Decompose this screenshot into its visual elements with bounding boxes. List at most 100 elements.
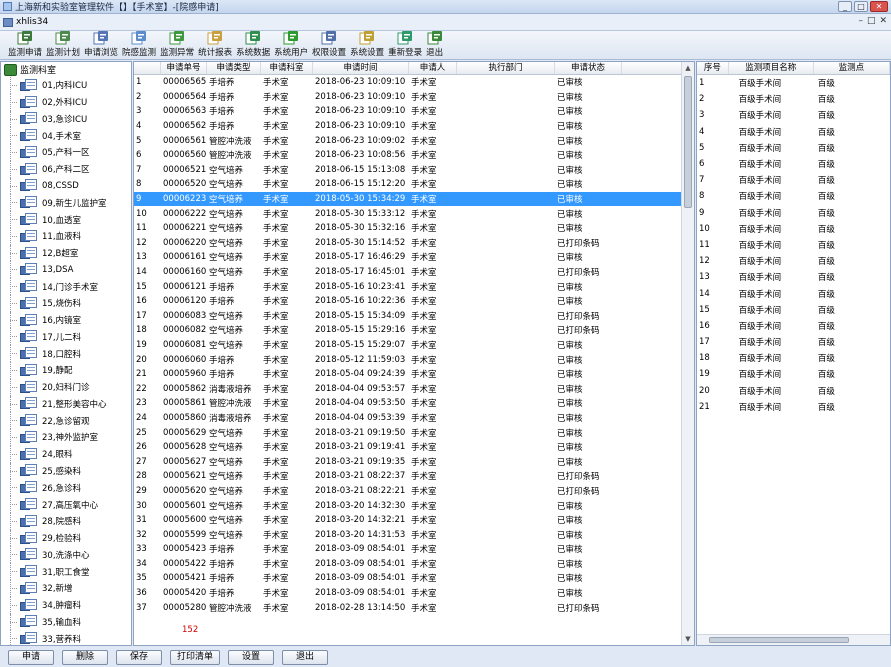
tree-item[interactable]: 08,CSSD bbox=[1, 177, 131, 195]
table-row[interactable]: 16 00006120 手培养 手术室 2018-05-16 10:22:36 手术室 已审… bbox=[134, 294, 683, 309]
detail-column-header[interactable]: 监测点 bbox=[814, 62, 890, 74]
settings-button[interactable]: 设置 bbox=[228, 650, 274, 665]
detail-grid[interactable]: 序号 监测项目名称 监测点 1 百级手术间 百级 2 百级手术间 百级 3 百级手术间 百级 4 百级手… bbox=[696, 61, 891, 646]
detail-row[interactable]: 11 百级手术间 百级 bbox=[697, 237, 890, 253]
detail-column-header[interactable]: 监测项目名称 bbox=[729, 62, 814, 74]
table-row[interactable]: 14 00006160 空气培养 手术室 2018-05-17 16:45:01 手术室 已… bbox=[134, 265, 683, 280]
detail-row[interactable]: 16 百级手术间 百级 bbox=[697, 318, 890, 334]
request-grid[interactable]: 申请单号 申请类型 申请科室 申请时间 申请人 执行部门 申请状态 1 00006565 手培养… bbox=[133, 61, 695, 646]
table-row[interactable]: 32 00005599 空气培养 手术室 2018-03-20 14:31:53 手术室 已… bbox=[134, 527, 683, 542]
tree-item[interactable]: 28,院感科 bbox=[1, 512, 131, 530]
detail-horizontal-scrollbar[interactable] bbox=[697, 634, 890, 645]
table-row[interactable]: 18 00006082 空气培养 手术室 2018-05-15 15:29:16 手术室 已… bbox=[134, 323, 683, 338]
column-header[interactable]: 申请单号 bbox=[161, 62, 207, 74]
detail-row[interactable]: 17 百级手术间 百级 bbox=[697, 334, 890, 350]
detail-row[interactable]: 8 百级手术间 百级 bbox=[697, 188, 890, 204]
close-icon[interactable]: ✕ bbox=[870, 1, 888, 12]
department-tree[interactable]: 监测科室 01,内科ICU 02,外科ICU 03,急诊ICU 04,手术室 05,产科… bbox=[0, 61, 132, 646]
tree-item[interactable]: 18,口腔科 bbox=[1, 345, 131, 362]
detail-row[interactable]: 20 百级手术间 百级 bbox=[697, 383, 890, 399]
table-row[interactable]: 29 00005620 空气培养 手术室 2018-03-21 08:22:21 手术室 已… bbox=[134, 484, 683, 499]
toolbar-exit-button[interactable]: 退出 bbox=[424, 31, 445, 60]
scroll-thumb[interactable] bbox=[684, 76, 692, 208]
scroll-down-icon[interactable]: ▼ bbox=[682, 633, 694, 645]
tree-item[interactable]: 06,产科二区 bbox=[1, 160, 131, 178]
table-row[interactable]: 9 00006223 空气培养 手术室 2018-05-30 15:34:29 手术室 已审… bbox=[134, 191, 683, 207]
table-row[interactable]: 35 00005421 手培养 手术室 2018-03-09 08:54:01 手术室 已审… bbox=[134, 571, 683, 586]
toolbar-permission-button[interactable]: 权限设置 bbox=[310, 31, 348, 60]
tree-item[interactable]: 22,急诊留观 bbox=[1, 412, 131, 429]
detail-row[interactable]: 1 百级手术间 百级 bbox=[697, 75, 890, 91]
detail-row[interactable]: 21 百级手术间 百级 bbox=[697, 399, 890, 415]
column-header[interactable]: 申请状态 bbox=[555, 62, 622, 74]
column-header[interactable]: 执行部门 bbox=[457, 62, 555, 74]
tree-item[interactable]: 05,产科一区 bbox=[1, 144, 131, 161]
table-row[interactable]: 31 00005600 空气培养 手术室 2018-03-20 14:32:21 手术室 已… bbox=[134, 513, 683, 528]
tree-item[interactable]: 23,神外监护室 bbox=[1, 429, 131, 446]
detail-row[interactable]: 3 百级手术间 百级 bbox=[697, 107, 890, 123]
tree-item[interactable]: 31,职工食堂 bbox=[1, 563, 131, 580]
detail-row[interactable]: 13 百级手术间 百级 bbox=[697, 269, 890, 285]
detail-row[interactable]: 15 百级手术间 百级 bbox=[697, 302, 890, 318]
scroll-up-icon[interactable]: ▲ bbox=[682, 62, 694, 74]
tree-item[interactable]: 30,洗涤中心 bbox=[1, 546, 131, 563]
table-row[interactable]: 7 00006521 空气培养 手术室 2018-06-15 15:13:08 手术室 已审… bbox=[134, 163, 683, 178]
mdi-restore-icon[interactable]: □ bbox=[867, 16, 876, 26]
toolbar-plan-button[interactable]: 监测计划 bbox=[44, 31, 82, 60]
tree-item[interactable]: 24,眼科 bbox=[1, 445, 131, 463]
tree-item[interactable]: 35,输血科 bbox=[1, 613, 131, 631]
table-row[interactable]: 27 00005627 空气培养 手术室 2018-03-21 09:19:35 手术室 已… bbox=[134, 454, 683, 469]
table-row[interactable]: 25 00005629 空气培养 手术室 2018-03-21 09:19:50 手术室 已… bbox=[134, 425, 683, 440]
save-button[interactable]: 保存 bbox=[116, 650, 162, 665]
table-row[interactable]: 26 00005628 空气培养 手术室 2018-03-21 09:19:41 手术室 已… bbox=[134, 440, 683, 455]
tree-item[interactable]: 21,整形美容中心 bbox=[1, 395, 131, 413]
tree-item[interactable]: 34,肿瘤科 bbox=[1, 596, 131, 614]
table-row[interactable]: 11 00006221 空气培养 手术室 2018-05-30 15:32:16 手术室 已… bbox=[134, 221, 683, 236]
table-row[interactable]: 3 00006563 手培养 手术室 2018-06-23 10:09:10 手术室 已审核 bbox=[134, 104, 683, 119]
toolbar-data-button[interactable]: 系统数据 bbox=[234, 31, 272, 60]
tree-item[interactable]: 16,内镜室 bbox=[1, 311, 131, 329]
toolbar-browse-button[interactable]: 申请浏览 bbox=[82, 31, 120, 60]
toolbar-relogin-button[interactable]: 重新登录 bbox=[386, 31, 424, 60]
tree-root[interactable]: 监测科室 bbox=[1, 62, 131, 77]
table-row[interactable]: 22 00005862 消毒液培养 手术室 2018-04-04 09:53:57 手术室… bbox=[134, 381, 683, 396]
tree-item[interactable]: 09,新生儿监护室 bbox=[1, 194, 131, 211]
tree-item[interactable]: 29,检验科 bbox=[1, 529, 131, 547]
delete-button[interactable]: 删除 bbox=[62, 650, 108, 665]
maximize-icon[interactable]: □ bbox=[854, 1, 868, 12]
table-row[interactable]: 4 00006562 手培养 手术室 2018-06-23 10:09:10 手术室 已审核 bbox=[134, 119, 683, 134]
table-row[interactable]: 8 00006520 空气培养 手术室 2018-06-15 15:12:20 手术室 已审… bbox=[134, 177, 683, 192]
minimize-icon[interactable]: _ bbox=[838, 1, 852, 12]
table-row[interactable]: 17 00006083 空气培养 手术室 2018-05-15 15:34:09 手术室 已… bbox=[134, 309, 683, 324]
table-row[interactable]: 15 00006121 手培养 手术室 2018-05-16 10:23:41 手术室 已审… bbox=[134, 279, 683, 294]
toolbar-apply-button[interactable]: 监测申请 bbox=[6, 31, 44, 60]
table-row[interactable]: 12 00006220 空气培养 手术室 2018-05-30 15:14:52 手术室 已… bbox=[134, 236, 683, 251]
table-row[interactable]: 33 00005423 手培养 手术室 2018-03-09 08:54:01 手术室 已审… bbox=[134, 542, 683, 557]
toolbar-report-button[interactable]: 统计报表 bbox=[196, 31, 234, 60]
detail-row[interactable]: 6 百级手术间 百级 bbox=[697, 156, 890, 172]
table-row[interactable]: 37 00005280 管腔冲洗液 手术室 2018-02-28 13:14:50 手术室… bbox=[134, 600, 683, 615]
table-row[interactable]: 20 00006060 手培养 手术室 2018-05-12 11:59:03 手术室 已审… bbox=[134, 352, 683, 367]
detail-row[interactable]: 14 百级手术间 百级 bbox=[697, 285, 890, 301]
tree-item[interactable]: 19,静配 bbox=[1, 362, 131, 379]
table-row[interactable]: 36 00005420 手培养 手术室 2018-03-09 08:54:01 手术室 已审… bbox=[134, 586, 683, 601]
tree-item[interactable]: 13,DSA bbox=[1, 261, 131, 278]
detail-row[interactable]: 5 百级手术间 百级 bbox=[697, 140, 890, 156]
table-row[interactable]: 1 00006565 手培养 手术室 2018-06-23 10:09:10 手术室 已审核 bbox=[134, 75, 683, 90]
grid-vertical-scrollbar[interactable]: ▲ ▼ bbox=[681, 62, 694, 645]
tree-item[interactable]: 01,内科ICU bbox=[1, 77, 131, 94]
detail-row[interactable]: 9 百级手术间 百级 bbox=[697, 205, 890, 221]
tree-item[interactable]: 32,新增 bbox=[1, 579, 131, 597]
tree-item[interactable]: 25,感染科 bbox=[1, 462, 131, 480]
detail-row[interactable]: 12 百级手术间 百级 bbox=[697, 253, 890, 269]
tree-item[interactable]: 02,外科ICU bbox=[1, 93, 131, 111]
tree-item[interactable]: 27,高压氧中心 bbox=[1, 496, 131, 513]
tree-item[interactable]: 10,血透室 bbox=[1, 211, 131, 228]
tree-item[interactable]: 04,手术室 bbox=[1, 127, 131, 144]
print-list-button[interactable]: 打印清单 bbox=[170, 650, 220, 665]
tree-item[interactable]: 33,营养科 bbox=[1, 630, 131, 645]
column-header[interactable]: 申请类型 bbox=[207, 62, 261, 74]
tree-item[interactable]: 11,血液科 bbox=[1, 227, 131, 245]
mdi-close-icon[interactable]: ✕ bbox=[879, 16, 887, 26]
table-row[interactable]: 23 00005861 管腔冲洗液 手术室 2018-04-04 09:53:50 手术室… bbox=[134, 396, 683, 411]
